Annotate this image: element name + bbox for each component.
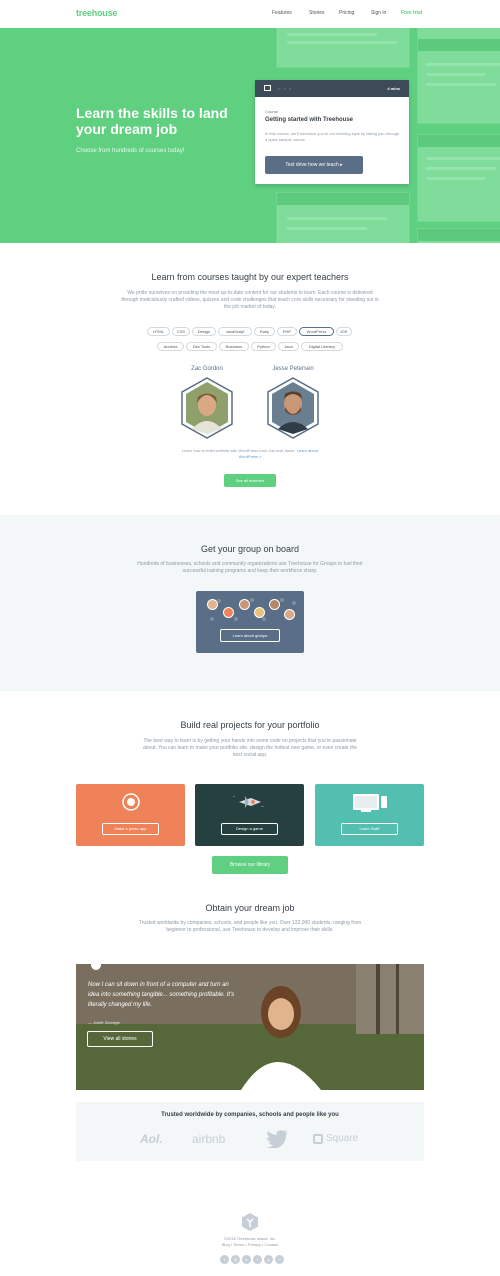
projects-title: Build real projects for your portfolio <box>180 720 320 730</box>
teacher-name-jesse[interactable]: Jesse Petersen <box>253 366 333 372</box>
tag-html[interactable]: HTML <box>147 327 170 336</box>
ghost-card <box>417 28 500 124</box>
teacher-name-zac[interactable]: Zac Gordon <box>167 366 247 372</box>
course-kicker: Course <box>265 109 278 114</box>
aol-logo: Aol. <box>140 1132 163 1146</box>
dribbble-icon[interactable]: ◎ <box>231 1255 240 1264</box>
learn-about-groups-button[interactable]: Learn about groups <box>220 629 280 642</box>
nav-link-stories[interactable]: Stories <box>309 10 325 16</box>
course-preview-card: ○ ○ ○ 4 mins Course Getting started with… <box>255 80 409 184</box>
spaceship-icon <box>233 796 264 808</box>
test-drive-button[interactable]: Test drive how we teach ▸ <box>265 156 363 174</box>
teachers-caption-text: Learn how to build website with WordPres… <box>181 448 296 453</box>
tag-wordpress[interactable]: WordPress <box>299 327 334 336</box>
trusted-title: Trusted worldwide by companies, schools … <box>161 1112 339 1118</box>
course-card-header: ○ ○ ○ 4 mins <box>255 80 409 97</box>
ghost-card <box>276 28 410 68</box>
hero-subtitle: Choose from hundreds of courses today! <box>76 148 185 154</box>
footer-copyright: ©2015 Treehouse Island, Inc. <box>223 1236 277 1241</box>
camera-shutter-icon <box>122 793 140 811</box>
teachers-title: Learn from courses taught by our expert … <box>151 272 349 282</box>
learn-swift-button[interactable]: Learn Swift <box>341 823 398 835</box>
dream-job-text: Trusted worldwide by companies, schools,… <box>138 920 362 933</box>
tag-php[interactable]: PHP <box>277 327 297 336</box>
tag-design[interactable]: Design <box>192 327 216 336</box>
facebook-icon[interactable]: f <box>253 1255 262 1264</box>
tag-dev-tools[interactable]: Dev Tools <box>186 342 217 351</box>
project-card-photo-app[interactable]: Make a photo app <box>76 784 185 846</box>
course-title: Getting started with Treehouse <box>265 117 354 123</box>
nav-link-sign-in[interactable]: Sign in <box>371 10 386 16</box>
nav-link-pricing[interactable]: Pricing <box>339 10 354 16</box>
airbnb-logo: airbnb <box>192 1132 226 1146</box>
student-quote: Now I can sit down in front of a compute… <box>88 982 235 1008</box>
browse-library-button[interactable]: Browse our library <box>212 856 288 874</box>
projects-text: The best way to learn is by getting your… <box>142 738 358 758</box>
devices-icon <box>353 794 387 812</box>
member-avatar <box>239 599 250 610</box>
make-photo-app-button[interactable]: Make a photo app <box>102 823 159 835</box>
course-description: In this course, we'll introduce you to o… <box>265 131 400 142</box>
tag-ios[interactable]: iOS <box>336 327 352 336</box>
student-story-banner: Now I can sit down in front of a compute… <box>76 964 424 1090</box>
tag-javascript[interactable]: JavaScript <box>218 327 252 336</box>
square-logo: Square <box>326 1133 359 1144</box>
tag-python[interactable]: Python <box>251 342 276 351</box>
teacher-avatar-zac[interactable] <box>180 377 234 439</box>
footer-links[interactable]: Blog • Terms • Privacy • Contact <box>0 1242 500 1247</box>
view-all-stories-button[interactable]: View all stories <box>87 1031 153 1047</box>
instagram-icon[interactable]: □ <box>275 1255 284 1264</box>
treehouse-logo[interactable]: treehouse <box>76 8 117 18</box>
groups-illustration-card: Learn about groups <box>196 591 304 653</box>
see-all-teachers-button[interactable]: See all teachers <box>224 474 276 487</box>
nav-link-features[interactable]: Features <box>272 10 292 16</box>
top-nav: treehouse Features Stories Pricing Sign … <box>0 0 500 28</box>
googleplus-icon[interactable]: g <box>264 1255 273 1264</box>
course-duration: 4 mins <box>387 86 400 91</box>
square-logo-icon <box>313 1134 323 1144</box>
tag-java[interactable]: Java <box>278 342 299 351</box>
trusted-brands-section: Trusted worldwide by companies, schools … <box>76 1102 424 1161</box>
teachers-text: We pride ourselves on providing the most… <box>121 290 379 310</box>
teacher-avatar-jesse[interactable] <box>266 377 320 439</box>
groups-text: Hundreds of businesses, schools and comm… <box>137 561 363 574</box>
progress-dots-icon: ○ ○ ○ <box>278 86 293 91</box>
teachers-caption: Learn how to build website with WordPres… <box>180 448 320 460</box>
ghost-card <box>417 228 500 243</box>
quote-author: — Joelle Steiniger <box>88 1020 121 1025</box>
book-icon <box>264 85 271 91</box>
ghost-card <box>276 192 410 243</box>
design-game-button[interactable]: Design a game <box>221 823 278 835</box>
tag-business[interactable]: Business <box>219 342 249 351</box>
ghost-card <box>417 134 500 222</box>
twitter-icon[interactable]: t <box>220 1255 229 1264</box>
tag-digital-literacy[interactable]: Digital Literacy <box>301 342 343 351</box>
treehouse-footer-logo-icon[interactable] <box>242 1213 258 1231</box>
member-avatar <box>223 607 234 618</box>
member-avatar <box>284 609 295 620</box>
youtube-icon[interactable]: ▸ <box>242 1255 251 1264</box>
tag-android[interactable]: Android <box>157 342 184 351</box>
member-avatar <box>269 599 280 610</box>
hero-section: Learn the skills to land your dream job … <box>0 28 500 243</box>
hero-title: Learn the skills to land your dream job <box>76 105 228 137</box>
tag-ruby[interactable]: Ruby <box>254 327 275 336</box>
free-trial-link[interactable]: Free trial <box>401 10 422 16</box>
dream-job-title: Obtain your dream job <box>205 903 295 913</box>
tag-css[interactable]: CSS <box>172 327 190 336</box>
groups-title: Get your group on board <box>200 544 300 554</box>
project-card-game[interactable]: Design a game <box>195 784 304 846</box>
twitter-bird-icon <box>266 1130 287 1148</box>
project-card-swift[interactable]: Learn Swift <box>315 784 424 846</box>
